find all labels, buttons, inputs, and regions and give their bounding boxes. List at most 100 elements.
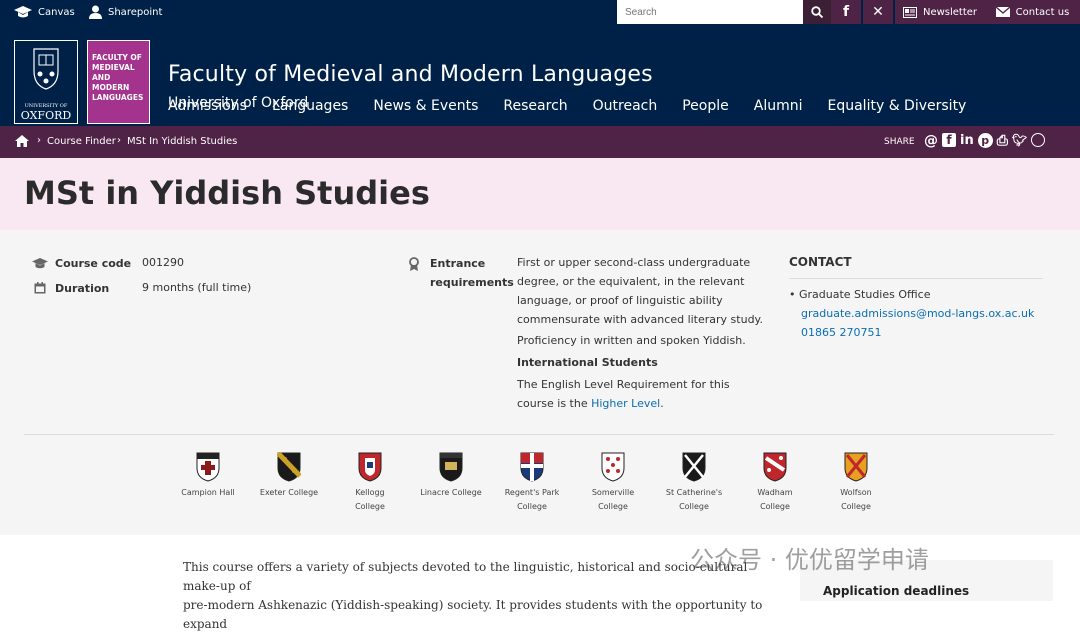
oxford-logo[interactable]: UNIVERSITY OF OXFORD	[14, 40, 78, 124]
email-share-icon[interactable]: @	[924, 133, 938, 149]
envelope-icon	[995, 7, 1010, 17]
duration-value: 9 months (full time)	[142, 281, 252, 294]
facebook-share-icon[interactable]: f	[942, 133, 956, 147]
linkedin-share-icon[interactable]: in	[960, 133, 974, 149]
st-catherines-college-shield-icon	[682, 452, 706, 482]
contact-divider	[789, 278, 1043, 279]
proficiency-text: Proficiency in written and spoken Yiddis…	[517, 334, 746, 347]
college-wadham[interactable]: Wadham College	[735, 452, 815, 514]
facebook-icon: f	[842, 4, 850, 20]
twitter-share-icon[interactable]: 🐦︎	[1012, 133, 1027, 149]
college-regents-park[interactable]: Regent's Park College	[492, 452, 572, 514]
college-st-catherines[interactable]: St Catherine's College	[654, 452, 734, 514]
nav-outreach[interactable]: Outreach	[593, 98, 658, 114]
canvas-label: Canvas	[38, 6, 75, 18]
nav-alumni[interactable]: Alumni	[754, 98, 803, 114]
college-name-2: College	[355, 502, 385, 511]
entrance-text: First or upper second-class undergraduat…	[517, 256, 763, 326]
search-icon	[811, 6, 823, 18]
contact-email-link[interactable]: graduate.admissions@mod-langs.ox.ac.uk	[801, 304, 1034, 323]
college-name-2: College	[760, 502, 790, 511]
course-intro-line: pre-modern Ashkenazic (Yiddish-speaking)…	[183, 598, 763, 631]
mortarboard-icon	[32, 258, 48, 269]
college-name: Exeter College	[259, 488, 319, 497]
print-share-icon[interactable]: ⎙	[997, 133, 1008, 149]
college-name: Kellogg	[355, 488, 385, 497]
college-name: Wadham	[757, 488, 793, 497]
x-link[interactable]: ✕	[863, 0, 893, 24]
faculty-logo[interactable]: FACULTY OF MEDIEVAL AND MODERN LANGUAGES	[87, 40, 150, 124]
nav-admissions[interactable]: Admissions	[168, 98, 247, 114]
breadcrumb-course-finder[interactable]: Course Finder	[47, 136, 116, 147]
breadcrumb: › Course Finder › MSt In Yiddish Studies…	[0, 126, 1080, 158]
application-deadlines-heading: Application deadlines	[823, 584, 970, 598]
entrance-label-1: Entrance	[430, 257, 486, 270]
nav-news-events[interactable]: News & Events	[373, 98, 478, 114]
college-name-2: College	[598, 502, 628, 511]
somerville-college-shield-icon	[601, 452, 625, 482]
college-wolfson[interactable]: Wolfson College	[816, 452, 896, 514]
college-name: Wolfson	[840, 488, 872, 497]
higher-level-link[interactable]: Higher Level	[591, 397, 660, 410]
contact-heading: CONTACT	[789, 255, 852, 269]
share-icons: @ f in p ⎙ 🐦︎	[924, 133, 1046, 149]
watermark: 公众号 · 优优留学申请	[690, 546, 929, 574]
international-text-end: .	[660, 397, 664, 410]
exeter-college-shield-icon	[277, 452, 301, 482]
oxford-logo-text: OXFORD	[20, 109, 72, 122]
college-exeter[interactable]: Exeter College	[249, 452, 329, 500]
nav-research[interactable]: Research	[503, 98, 567, 114]
college-linacre[interactable]: Linacre College	[411, 452, 491, 500]
page-hero: MSt in Yiddish Studies	[0, 158, 1080, 230]
wadham-college-shield-icon	[763, 452, 787, 482]
canvas-link[interactable]: Canvas	[14, 0, 75, 24]
linacre-college-shield-icon	[439, 452, 463, 482]
main-nav: Admissions Languages News & Events Resea…	[168, 98, 966, 114]
facebook-link[interactable]: f	[831, 0, 861, 24]
college-name: Linacre College	[420, 488, 482, 497]
nav-languages[interactable]: Languages	[272, 98, 348, 114]
international-heading: International Students	[517, 356, 658, 369]
search-input[interactable]	[617, 0, 803, 24]
nav-equality-diversity[interactable]: Equality & Diversity	[828, 98, 967, 114]
duration-label: Duration	[55, 282, 110, 295]
course-code-label: Course code	[55, 257, 132, 270]
college-somerville[interactable]: Somerville College	[573, 452, 653, 514]
page-title: MSt in Yiddish Studies	[24, 174, 430, 212]
newsletter-label: Newsletter	[922, 6, 978, 18]
college-name: Campion Hall	[181, 488, 235, 497]
mortarboard-icon	[14, 6, 32, 18]
top-utility-bar: Canvas Sharepoint f ✕ Newsletter Contact…	[0, 0, 1080, 24]
pinterest-share-icon[interactable]: p	[977, 133, 993, 148]
contact-office: • Graduate Studies Office	[789, 288, 931, 301]
college-name: Somerville	[591, 488, 635, 497]
college-campion-hall[interactable]: Campion Hall	[168, 452, 248, 500]
contact-link[interactable]: Contact us	[985, 0, 1080, 24]
home-icon[interactable]	[15, 135, 29, 147]
contact-office-label: Graduate Studies Office	[799, 288, 931, 301]
nav-people[interactable]: People	[682, 98, 729, 114]
regents-park-college-shield-icon	[520, 452, 544, 482]
course-code-value: 001290	[142, 256, 184, 269]
contact-phone-link[interactable]: 01865 270751	[801, 323, 881, 342]
whatsapp-share-icon[interactable]	[1031, 133, 1046, 147]
college-name-2: College	[841, 502, 871, 511]
faculty-logo-text: FACULTY OF MEDIEVAL AND MODERN LANGUAGES	[92, 53, 144, 102]
share-label: SHARE	[884, 137, 915, 147]
kellogg-college-shield-icon	[358, 452, 382, 482]
search-button[interactable]	[803, 0, 831, 24]
chevron-right-icon: ›	[117, 135, 121, 146]
oxford-crest-icon	[33, 48, 59, 90]
sharepoint-link[interactable]: Sharepoint	[89, 0, 162, 24]
newsletter-link[interactable]: Newsletter	[895, 0, 985, 24]
section-divider	[24, 434, 1054, 435]
college-name: Regent's Park	[504, 488, 560, 497]
college-name-2: College	[517, 502, 547, 511]
site-title[interactable]: Faculty of Medieval and Modern Languages	[168, 62, 653, 87]
international-text: The English Level Requirement for this c…	[517, 375, 767, 413]
chevron-right-icon: ›	[37, 135, 41, 146]
college-kellogg[interactable]: Kellogg College	[330, 452, 410, 514]
entrance-label-2: requirements	[430, 276, 514, 289]
award-icon	[409, 257, 419, 271]
college-name: St Catherine's	[665, 488, 723, 497]
